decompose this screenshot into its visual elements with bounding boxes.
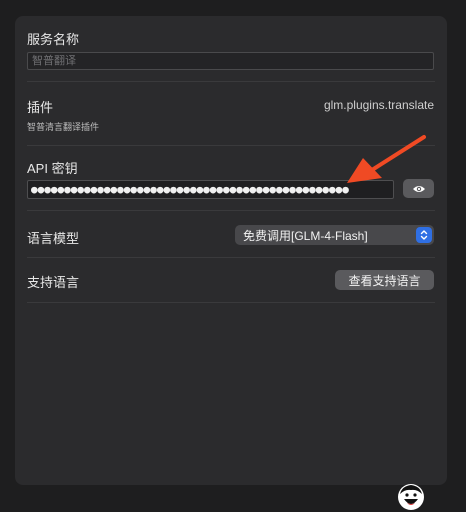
view-supported-languages-button[interactable]: 查看支持语言 (335, 270, 434, 290)
api-key-masked-value: ●●●●●●●●●●●●●●●●●●●●●●●●●●●●●●●●●●●●●●●●… (31, 183, 349, 196)
language-model-select[interactable]: 免费调用[GLM-4-Flash] (235, 225, 434, 245)
toggle-visibility-button[interactable] (403, 179, 434, 198)
service-name-label: 服务名称 (27, 32, 80, 47)
divider (27, 257, 435, 258)
divider (27, 302, 435, 303)
api-key-input[interactable]: ●●●●●●●●●●●●●●●●●●●●●●●●●●●●●●●●●●●●●●●●… (27, 180, 394, 199)
service-name-input[interactable] (27, 52, 434, 70)
eye-icon (412, 185, 425, 192)
divider (27, 145, 435, 146)
plugin-description: 智普清言翻译插件 (27, 122, 100, 132)
divider (27, 81, 435, 82)
chevron-updown-icon (416, 227, 432, 243)
api-key-label: API 密钥 (27, 161, 78, 176)
mascot-face-icon (398, 484, 424, 510)
plugin-id: glm.plugins.translate (323, 98, 434, 112)
language-model-selected: 免费调用[GLM-4-Flash] (243, 228, 368, 243)
divider (27, 210, 435, 211)
settings-panel: 服务名称 插件 glm.plugins.translate 智普清言翻译插件 A… (15, 16, 447, 485)
